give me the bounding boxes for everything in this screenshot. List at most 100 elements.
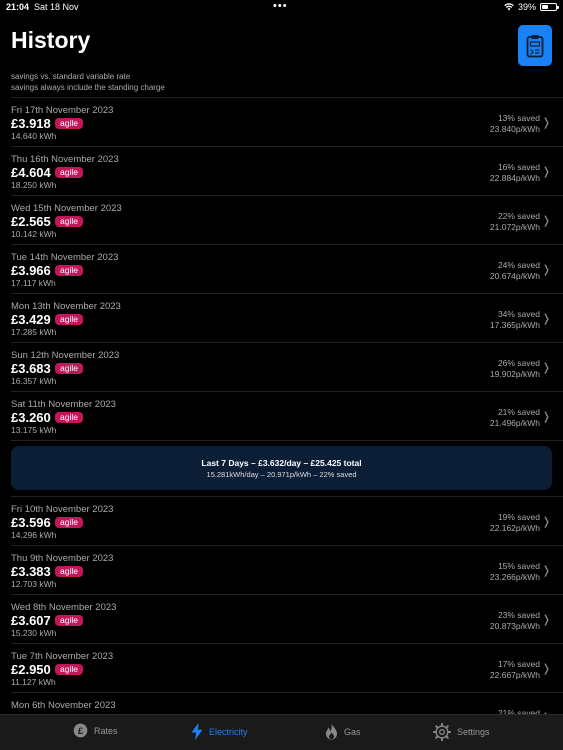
tariff-badge: agile: [55, 615, 83, 626]
history-row[interactable]: Thu 16th November 2023 £4.604 agile 18.250 …: [0, 147, 563, 195]
chevron-right-icon: ❭: [541, 264, 551, 276]
report-button[interactable]: [518, 25, 552, 66]
row-saved: 16% saved: [497, 162, 540, 172]
row-date: Sun 12th November 2023: [11, 350, 120, 361]
chevron-right-icon: ❭: [541, 614, 551, 626]
row-cost: £3.607: [11, 613, 51, 628]
history-row[interactable]: Tue 7th November 2023 £2.950 agile 11.127 k…: [0, 644, 563, 692]
tariff-badge: agile: [55, 664, 83, 675]
chevron-right-icon: ❭: [541, 166, 551, 178]
tariff-badge: agile: [55, 412, 83, 423]
row-rate: 23.266p/kWh: [489, 572, 540, 582]
row-saved: 24% saved: [497, 260, 540, 270]
row-kwh: 13.175 kWh: [11, 425, 57, 435]
tab-gas-label: Gas: [344, 726, 361, 737]
tariff-badge: agile: [55, 167, 83, 178]
row-rate: 19.902p/kWh: [489, 369, 540, 379]
tariff-badge: agile: [55, 118, 83, 129]
subtitle: savings vs. standard variable rate savin…: [11, 71, 165, 93]
row-kwh: 17.117 kWh: [11, 278, 56, 288]
row-cost: £3.596: [11, 515, 51, 530]
row-cost: £2.950: [11, 662, 51, 677]
row-kwh: 18.250 kWh: [11, 180, 57, 190]
row-date: Thu 16th November 2023: [11, 154, 119, 165]
subtitle-line-2: savings always include the standing char…: [11, 83, 165, 92]
row-date: Wed 15th November 2023: [11, 203, 122, 214]
history-row[interactable]: Wed 8th November 2023 £3.607 agile 15.230 k…: [0, 595, 563, 643]
row-date: Tue 14th November 2023: [11, 252, 119, 263]
svg-text:£: £: [78, 726, 84, 736]
row-rate: 20.873p/kWh: [489, 621, 540, 631]
row-saved: 15% saved: [497, 561, 540, 571]
row-saved: 21% saved: [497, 407, 540, 417]
page-title: History: [11, 27, 91, 53]
row-kwh: 12.703 kWh: [11, 579, 57, 589]
chevron-right-icon: ❭: [541, 313, 551, 325]
history-row[interactable]: Fri 17th November 2023 £3.918 agile 14.640 …: [0, 98, 563, 146]
summary-main: Last 7 Days – £3.632/day – £25.425 total: [201, 457, 362, 468]
summary-card-inner: Last 7 Days – £3.632/day – £25.425 total…: [11, 446, 552, 490]
flame-icon: [326, 723, 337, 740]
tab-electricity[interactable]: Electricity: [191, 723, 248, 740]
tariff-badge: agile: [55, 216, 83, 227]
history-row[interactable]: Wed 15th November 2023 £2.565 agile 10.142 …: [0, 196, 563, 244]
summary-sub: 15.281kWh/day – 20.971p/kWh – 22% saved: [206, 469, 357, 479]
history-row[interactable]: Thu 9th November 2023 £3.383 agile 12.703 k…: [0, 546, 563, 594]
history-list: Fri 17th November 2023 £3.918 agile 14.640 …: [0, 97, 563, 742]
battery-icon: [540, 3, 559, 11]
chevron-right-icon: ❭: [541, 362, 551, 374]
chevron-right-icon: ❭: [541, 215, 551, 227]
row-rate: 20.674p/kWh: [489, 271, 540, 281]
tab-rates-label: Rates: [94, 725, 118, 736]
row-kwh: 10.142 kWh: [11, 229, 57, 239]
row-rate: 17.365p/kWh: [489, 320, 540, 330]
row-cost: £4.604: [11, 165, 51, 180]
row-saved: 22% saved: [497, 211, 540, 221]
history-row[interactable]: Sun 12th November 2023 £3.683 agile 16.357 …: [0, 343, 563, 391]
row-date: Wed 8th November 2023: [11, 602, 117, 613]
row-date: Fri 10th November 2023: [11, 504, 114, 515]
row-date: Thu 9th November 2023: [11, 553, 114, 564]
history-row[interactable]: Tue 14th November 2023 £3.966 agile 17.117 …: [0, 245, 563, 293]
tab-rates[interactable]: £ Rates: [73, 723, 118, 738]
row-date: Fri 17th November 2023: [11, 105, 114, 116]
row-rate: 21.072p/kWh: [489, 222, 540, 232]
row-cost: £2.565: [11, 214, 51, 229]
gear-icon: [433, 723, 451, 741]
tariff-badge: agile: [55, 265, 83, 276]
tariff-badge: agile: [55, 314, 83, 325]
pound-coin-icon: £: [73, 723, 88, 738]
chevron-right-icon: ❭: [541, 411, 551, 423]
wifi-icon: [504, 3, 514, 11]
row-cost: £3.429: [11, 312, 51, 327]
status-date: Sat 18 Nov: [34, 2, 79, 12]
tab-settings[interactable]: Settings: [433, 723, 490, 741]
chevron-right-icon: ❭: [541, 663, 551, 675]
history-row[interactable]: Sat 11th November 2023 £3.260 agile 13.175 …: [0, 392, 563, 440]
multitasking-dots[interactable]: •••: [273, 0, 288, 12]
history-row[interactable]: Mon 13th November 2023 £3.429 agile 17.285 …: [0, 294, 563, 342]
summary-card: Last 7 Days – £3.632/day – £25.425 total…: [0, 441, 563, 496]
row-saved: 17% saved: [497, 659, 540, 669]
tab-settings-label: Settings: [457, 727, 490, 737]
battery-percent: 39%: [517, 2, 536, 12]
row-saved: 34% saved: [497, 309, 540, 319]
history-row[interactable]: Fri 10th November 2023 £3.596 agile 14.296 …: [0, 497, 563, 545]
row-rate: 22.162p/kWh: [489, 523, 540, 533]
row-cost: £3.383: [11, 564, 51, 579]
row-cost: £3.260: [11, 410, 51, 425]
row-saved: 23% saved: [497, 610, 540, 620]
row-rate: 22.884p/kWh: [489, 173, 540, 183]
row-rate: 23.840p/kWh: [489, 124, 540, 134]
row-kwh: 14.640 kWh: [11, 131, 57, 141]
tab-bar: £ Rates Electricity Gas Settings: [0, 714, 563, 750]
lightning-icon: [191, 723, 203, 740]
row-date: Tue 7th November 2023: [11, 651, 114, 662]
row-date: Mon 13th November 2023: [11, 301, 121, 312]
row-date: Mon 6th November 2023: [11, 700, 116, 711]
row-kwh: 15.230 kWh: [11, 628, 57, 638]
tariff-badge: agile: [55, 363, 83, 374]
tariff-badge: agile: [55, 566, 83, 577]
tab-gas[interactable]: Gas: [325, 723, 361, 740]
row-saved: 26% saved: [497, 358, 540, 368]
